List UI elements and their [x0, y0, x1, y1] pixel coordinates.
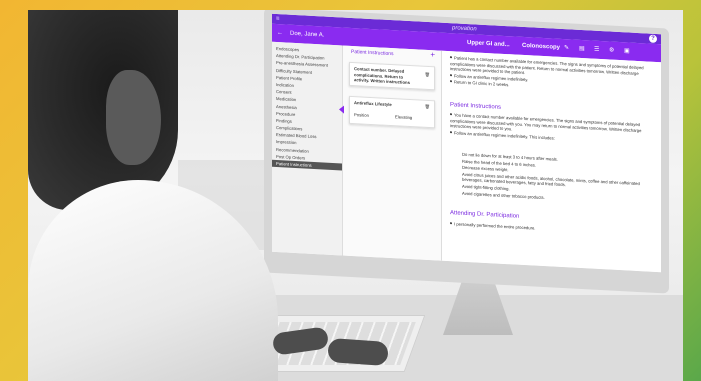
bullet-dot: [450, 130, 452, 134]
procedure-title[interactable]: Upper GI and...: [467, 34, 510, 54]
regimen-list: Do not lie down for at least 3 to 4 hour…: [462, 152, 654, 207]
lifestyle-option-b[interactable]: Elevating: [395, 114, 412, 120]
panel-header: Patient Instructions: [351, 48, 394, 58]
bullet-text: You have a contact number available for …: [450, 112, 642, 133]
lifestyle-card-title: Antireflux Lifestyle: [354, 100, 392, 108]
lifestyle-option-a[interactable]: Position: [354, 112, 369, 118]
office-photo: ≡ provation ? ← Doe, Jane A. Upper GI an…: [28, 10, 683, 381]
bullet-dot: [450, 73, 452, 77]
print-icon[interactable]: ▤: [579, 40, 585, 58]
section-bullets: I personally performed the entire proced…: [450, 221, 655, 238]
list-icon[interactable]: ☰: [594, 41, 599, 59]
section-title: Patient Instructions: [450, 102, 502, 111]
section-sidebar: Endoscopes Attending Dr. Participation Pre…: [272, 41, 343, 259]
bullet-dot: [450, 222, 452, 225]
sign-icon[interactable]: ▣: [624, 42, 630, 60]
settings-icon[interactable]: ⚙: [609, 41, 614, 59]
back-arrow-icon[interactable]: ←: [277, 24, 283, 42]
report-preview: Patient has a contact number available f…: [442, 50, 661, 273]
bullet-item: I personally performed the entire proced…: [450, 221, 655, 237]
bullet-dot: [450, 113, 452, 116]
collapse-arrow-icon[interactable]: [339, 105, 344, 114]
lifestyle-card[interactable]: Antireflux Lifestyle 🗑 Position Elevatin…: [349, 95, 435, 129]
help-icon[interactable]: ?: [649, 34, 657, 43]
right-hand: [327, 337, 389, 367]
bullet-dot: [450, 80, 452, 83]
trash-icon[interactable]: 🗑: [425, 72, 430, 78]
monitor: ≡ provation ? ← Doe, Jane A. Upper GI an…: [264, 10, 669, 294]
bullet-dot: [450, 56, 452, 59]
instruction-card-text: Contact number. Delayed complications. R…: [354, 66, 410, 86]
add-icon[interactable]: +: [430, 50, 435, 59]
trash-icon[interactable]: 🗑: [425, 104, 430, 110]
person-face: [106, 70, 161, 165]
pick-list-panel: Patient Instructions + Contact number. D…: [339, 45, 442, 261]
section-title: Attending Dr. Participation: [450, 210, 520, 220]
procedure-subtitle[interactable]: Colonoscopy: [522, 37, 560, 57]
app-screen: ≡ provation ? ← Doe, Jane A. Upper GI an…: [272, 13, 661, 273]
patient-name: Doe, Jane A.: [290, 30, 325, 39]
intro-bullets: Patient has a contact number available f…: [450, 55, 650, 96]
menu-icon[interactable]: ≡: [276, 14, 280, 24]
instruction-card[interactable]: Contact number. Delayed complications. R…: [349, 61, 435, 91]
edit-icon[interactable]: ✎: [564, 39, 569, 57]
section-bullets: You have a contact number available for …: [450, 112, 655, 147]
bullet-text: I personally performed the entire proced…: [454, 221, 536, 231]
